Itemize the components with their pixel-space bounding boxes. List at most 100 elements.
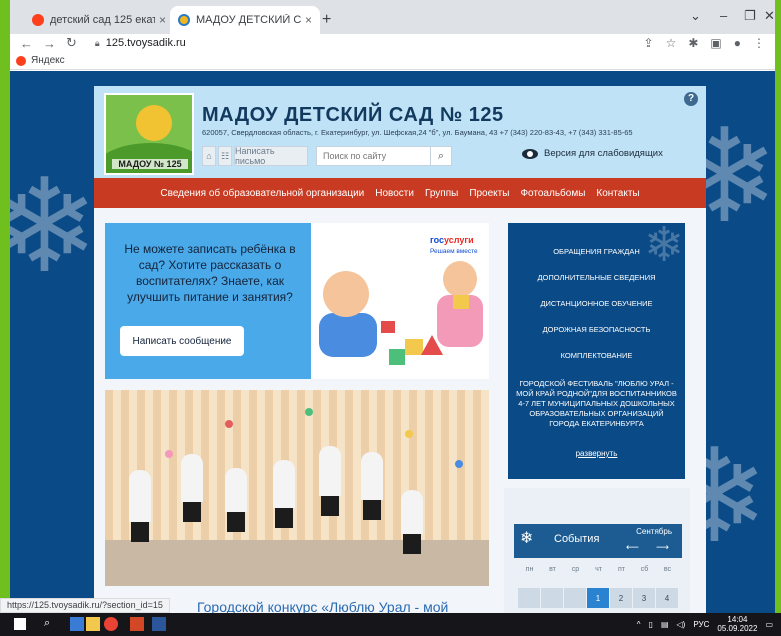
browser-tab-1[interactable]: МАДОУ ДЕТСКИЙ САД № 125 × [170, 6, 320, 34]
close-tab-icon[interactable]: × [159, 13, 166, 27]
sidebar-item-distance-learning[interactable]: ДИСТАНЦИОННОЕ ОБУЧЕНИЕ [514, 299, 679, 309]
logo-caption: МАДОУ № 125 [112, 159, 188, 169]
date-row: 1 2 3 4 [518, 588, 680, 608]
snowflake-icon: ❄ [520, 530, 534, 547]
chrome-icon[interactable] [104, 617, 118, 631]
decoration-dot [225, 420, 233, 428]
write-letter-button[interactable]: Написать письмо [234, 146, 308, 166]
volume-icon[interactable]: ◁) [677, 620, 686, 629]
toy-block [421, 335, 443, 355]
home-icon[interactable]: ⌂ [202, 146, 216, 166]
child-legs [403, 534, 421, 554]
weekday-label: пн [525, 566, 534, 573]
menu-item-info[interactable]: Сведения об образовательной организации [160, 188, 364, 199]
status-bar-url: https://125.tvoysadik.ru/?section_id=15 [0, 598, 170, 613]
tray-chevron-icon[interactable]: ^ [637, 620, 641, 629]
decoration-dot [455, 460, 463, 468]
close-tab-icon[interactable]: × [305, 13, 312, 27]
sidebar-item-extra-info[interactable]: ДОПОЛНИТЕЛЬНЫЕ СВЕДЕНИЯ [514, 273, 679, 283]
expand-link[interactable]: развернуть [508, 449, 685, 458]
extensions-icon[interactable]: ✱ [688, 36, 698, 50]
snowflake-decoration: ❄ [10, 153, 99, 299]
bookmark-yandex[interactable]: Яндекс [31, 55, 65, 66]
calendar-day[interactable]: 4 [656, 588, 678, 608]
child-legs [275, 508, 293, 528]
decoration-dot [405, 430, 413, 438]
clock[interactable]: 14:04 05.09.2022 [717, 615, 757, 633]
right-decorative-edge [775, 0, 781, 636]
menu-item-projects[interactable]: Проекты [469, 188, 509, 199]
page-frame: МАДОУ № 125 МАДОУ ДЕТСКИЙ САД № 125 6200… [94, 86, 706, 613]
sidepanel-icon[interactable]: ▣ [710, 36, 721, 50]
new-tab-button[interactable]: + [322, 11, 331, 29]
eye-icon [522, 148, 538, 159]
weekday-label: сб [640, 566, 649, 573]
site-favicon-icon [178, 14, 190, 26]
child-figure [273, 460, 295, 508]
windows-start-icon[interactable] [14, 618, 26, 630]
search-icon[interactable]: ⌕ [430, 146, 452, 166]
task-view-icon[interactable] [70, 617, 84, 631]
browser-tab-0[interactable]: детский сад 125 екатеринбург × [24, 6, 174, 34]
banner-text-panel: Не можете записать ребёнка в сад? Хотите… [105, 223, 311, 379]
weekday-label: чт [595, 566, 602, 573]
notifications-icon[interactable]: ▭ [765, 620, 773, 629]
address-url[interactable]: 125.tvoysadik.ru [106, 37, 186, 49]
decoration-dot [305, 408, 313, 416]
child-legs [183, 502, 201, 522]
minimize-icon[interactable]: – [720, 8, 727, 23]
news-title-link[interactable]: Городской конкурс «Люблю Урал - мой [197, 599, 448, 613]
file-explorer-icon[interactable] [86, 617, 100, 631]
share-icon[interactable]: ⇪ [644, 36, 654, 50]
menu-item-news[interactable]: Новости [375, 188, 414, 199]
browser-toolbar: ← → ↻ 🔒︎ 125.tvoysadik.ru ⇪ ☆ ✱ ▣ ● ⋮ [10, 34, 775, 52]
menu-item-photos[interactable]: Фотоальбомы [520, 188, 585, 199]
window-close-icon[interactable]: ✕ [764, 8, 775, 24]
next-month-icon[interactable]: ⟶ [656, 542, 669, 553]
sidebar-item-enrollment[interactable]: КОМПЛЕКТОВАНИЕ [514, 351, 679, 361]
child-figure [181, 454, 203, 502]
system-tray: ^ ▯ ▤ ◁) РУС 14:04 05.09.2022 ▭ [637, 615, 773, 633]
left-decorative-edge [0, 0, 10, 636]
news-photo[interactable] [105, 390, 489, 586]
low-vision-link[interactable]: Версия для слабовидящих [522, 148, 663, 159]
network-icon[interactable]: ▤ [661, 620, 669, 629]
reload-icon[interactable]: ↻ [66, 35, 77, 51]
site-title[interactable]: МАДОУ ДЕТСКИЙ САД № 125 [202, 104, 504, 127]
language-indicator[interactable]: РУС [693, 620, 709, 629]
bookmark-star-icon[interactable]: ☆ [666, 36, 677, 50]
tab-list-chevron-icon[interactable]: ⌄ [690, 8, 701, 24]
prev-month-icon[interactable]: ⟵ [626, 542, 639, 553]
browser-menu-icon[interactable]: ⋮ [753, 36, 765, 50]
sidebar-item-appeals[interactable]: ОБРАЩЕНИЯ ГРАЖДАН [514, 247, 679, 257]
site-logo[interactable]: МАДОУ № 125 [104, 93, 194, 175]
help-icon[interactable]: ? [684, 92, 698, 106]
back-icon[interactable]: ← [20, 36, 33, 51]
calendar-day[interactable]: 3 [633, 588, 655, 608]
toy-block [381, 321, 395, 333]
profile-avatar[interactable]: ● [734, 36, 741, 50]
sidebar-item-road-safety[interactable]: ДОРОЖНАЯ БЕЗОПАСНОСТЬ [514, 325, 679, 335]
girl-head-illustration [443, 261, 477, 297]
restore-icon[interactable]: ❐ [744, 8, 756, 24]
battery-icon[interactable]: ▯ [649, 620, 653, 629]
calendar-day[interactable]: 2 [610, 588, 632, 608]
address-bar[interactable]: 🔒︎ 125.tvoysadik.ru [87, 37, 186, 49]
sidebar-item-festival[interactable]: ГОРОДСКОЙ ФЕСТИВАЛЬ "ЛЮБЛЮ УРАЛ - МОЙ КР… [514, 379, 679, 429]
search-icon[interactable]: ⌕ [44, 617, 58, 631]
sitemap-icon[interactable]: ☷ [218, 146, 232, 166]
sidebar-menu: ❄ ОБРАЩЕНИЯ ГРАЖДАН ДОПОЛНИТЕЛЬНЫЕ СВЕДЕ… [508, 223, 685, 479]
menu-item-groups[interactable]: Группы [425, 188, 458, 199]
forward-icon[interactable]: → [43, 36, 56, 51]
write-message-button[interactable]: Написать сообщение [120, 326, 244, 356]
low-vision-label: Версия для слабовидящих [544, 148, 663, 159]
gosuslugi-banner[interactable]: Не можете записать ребёнка в сад? Хотите… [105, 223, 489, 379]
child-figure [225, 468, 247, 512]
calendar-day-today[interactable]: 1 [587, 588, 609, 608]
powerpoint-icon[interactable] [130, 617, 144, 631]
calendar-day [518, 588, 540, 608]
word-icon[interactable] [152, 617, 166, 631]
boy-illustration [319, 313, 377, 357]
menu-item-contacts[interactable]: Контакты [596, 188, 639, 199]
calendar-day [541, 588, 563, 608]
